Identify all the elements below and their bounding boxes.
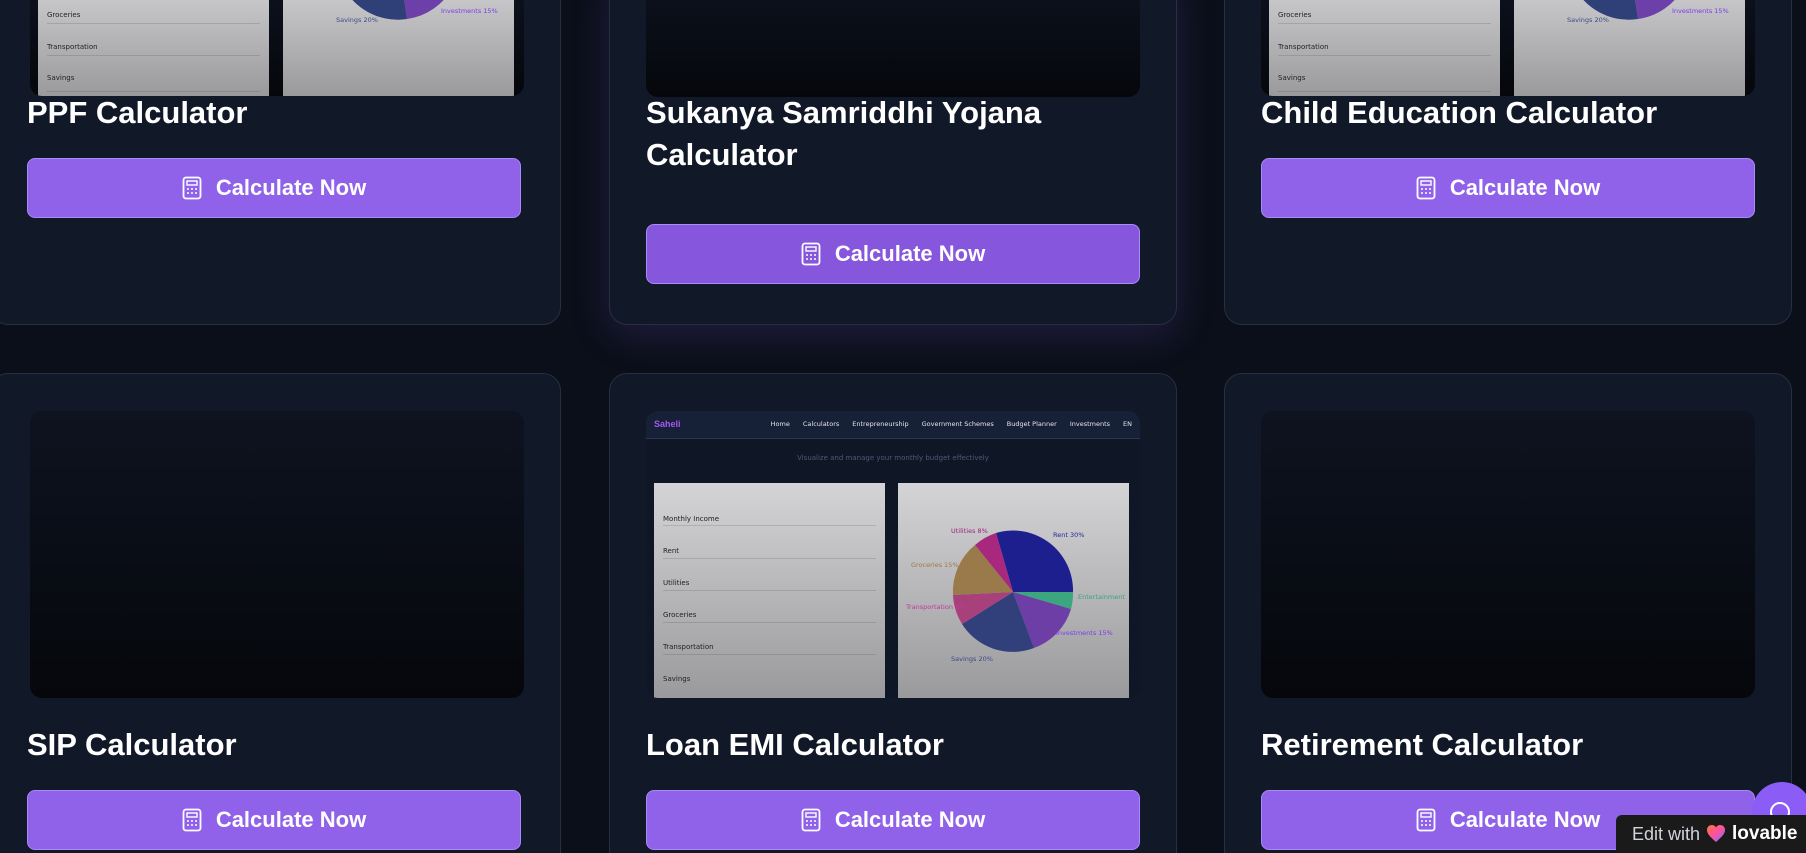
badge-brand: lovable xyxy=(1732,823,1798,844)
preview-row: Savings xyxy=(47,74,75,82)
preview-chart-panel: Transportation 8% Savings 20% Investment… xyxy=(1514,0,1745,96)
calculate-now-button[interactable]: Calculate Now xyxy=(646,790,1140,850)
preview-divider xyxy=(663,525,876,526)
preview-row: Groceries xyxy=(663,611,697,619)
pie-label-savings: Savings 20% xyxy=(336,16,378,24)
card-title: PPF Calculator xyxy=(27,95,248,130)
preview-nav-link: Budget Planner xyxy=(1006,420,1057,428)
calculator-icon xyxy=(182,176,202,200)
calculator-card-sukanya: Sukanya Samriddhi Yojana Calculator Calc… xyxy=(609,0,1177,325)
preview-row: Transportation xyxy=(663,643,714,651)
badge-prefix: Edit with xyxy=(1632,823,1701,844)
button-label: Calculate Now xyxy=(215,175,367,200)
preview-pie-chart: Transportation 8% Savings 20% Investment… xyxy=(1567,0,1729,24)
preview-divider xyxy=(1278,23,1491,24)
preview-row: Monthly Income xyxy=(663,515,720,523)
preview-divider xyxy=(663,558,876,559)
pie-label-savings: Savings 20% xyxy=(1567,16,1609,24)
preview-nav-link: Entrepreneurship xyxy=(852,420,909,428)
card-title: Sukanya Samriddhi Yojana Calculator xyxy=(646,95,1042,172)
preview-chart-panel: Transportation 8% Savings 20% Investment… xyxy=(283,0,514,96)
card-preview-image: Groceries Transportation Savings Transpo… xyxy=(1261,0,1755,96)
pie-label-groceries: Groceries 15% xyxy=(911,561,959,569)
button-label: Calculate Now xyxy=(834,241,986,266)
calculator-icon xyxy=(1416,808,1436,832)
preview-nav-link: Government Schemes xyxy=(921,420,994,428)
preview-navbar: Saheli Home Calculators Entrepreneurship… xyxy=(646,411,1140,439)
preview-pie-chart: Transportation 8% Savings 20% Investment… xyxy=(336,0,498,24)
calculator-card-sip: SIP Calculator Calculate Now xyxy=(0,373,561,853)
preview-row: Savings xyxy=(663,675,691,683)
preview-row: Utilities xyxy=(663,579,690,587)
calculator-card-loan-emi: Saheli Home Calculators Entrepreneurship… xyxy=(609,373,1177,853)
preview-row: Transportation xyxy=(47,43,98,51)
preview-form-panel: Groceries Transportation Savings xyxy=(38,0,269,96)
pie-label-investments: Investments 15% xyxy=(441,7,498,15)
preview-divider xyxy=(663,622,876,623)
preview-chart-panel: Utilities 8% Rent 30% Groceries 15% Tran… xyxy=(898,483,1129,698)
preview-divider xyxy=(47,55,260,56)
preview-nav-link: Home xyxy=(770,420,790,428)
card-preview-image xyxy=(30,411,524,698)
card-title: Child Education Calculator xyxy=(1261,95,1658,130)
card-preview-image: Groceries Transportation Savings Transpo… xyxy=(30,0,524,96)
preview-row: Transportation xyxy=(1278,43,1329,51)
pie-label-investments: Investments 15% xyxy=(1672,7,1729,15)
button-label: Calculate Now xyxy=(1449,175,1601,200)
card-title: Retirement Calculator xyxy=(1261,727,1584,762)
preview-brand: Saheli xyxy=(654,419,681,429)
pie-label-savings: Savings 20% xyxy=(951,655,993,663)
pie-label-rent: Rent 30% xyxy=(1053,531,1084,539)
preview-nav-link: Calculators xyxy=(802,420,840,428)
preview-row: Groceries xyxy=(47,11,81,19)
preview-divider xyxy=(663,654,876,655)
card-preview-image xyxy=(646,0,1140,97)
calculator-icon xyxy=(182,808,202,832)
button-label: Calculate Now xyxy=(1449,807,1601,832)
preview-divider xyxy=(663,590,876,591)
calculator-card-retirement: Retirement Calculator Calculate Now xyxy=(1224,373,1792,853)
preview-nav-links: Home Calculators Entrepreneurship Govern… xyxy=(771,420,1132,428)
preview-form-panel: Monthly Income Rent Utilities Groceries … xyxy=(654,483,885,698)
calculate-now-button[interactable]: Calculate Now xyxy=(27,158,521,218)
pie-label-transportation: Transportation 8% xyxy=(905,603,965,611)
card-preview-image xyxy=(1261,411,1755,698)
calculator-icon xyxy=(1416,176,1436,200)
calculate-now-button[interactable]: Calculate Now xyxy=(646,224,1140,284)
calculator-icon xyxy=(801,242,821,266)
preview-row: Savings xyxy=(1278,74,1306,82)
preview-pie-chart: Utilities 8% Rent 30% Groceries 15% Tran… xyxy=(905,527,1125,663)
card-title: SIP Calculator xyxy=(27,727,237,762)
card-preview-image: Saheli Home Calculators Entrepreneurship… xyxy=(646,411,1140,698)
pie-label-investments: Investments 15% xyxy=(1056,629,1113,637)
calculate-now-button[interactable]: Calculate Now xyxy=(27,790,521,850)
pie-label-utilities: Utilities 8% xyxy=(951,527,988,535)
card-title: Loan EMI Calculator xyxy=(646,727,944,762)
preview-language: EN xyxy=(1123,420,1132,428)
preview-form-panel: Groceries Transportation Savings xyxy=(1269,0,1500,96)
preview-divider xyxy=(47,23,260,24)
calculator-card-ppf: Groceries Transportation Savings Transpo… xyxy=(0,0,561,325)
pie-label-entertainment: Entertainment xyxy=(1078,593,1125,601)
preview-subtitle: Visualize and manage your monthly budget… xyxy=(797,454,989,462)
calculator-icon xyxy=(801,808,821,832)
edit-with-lovable-badge[interactable]: Edit with lovable xyxy=(1616,815,1806,853)
preview-nav-link: Investments xyxy=(1069,420,1111,428)
button-label: Calculate Now xyxy=(215,807,367,832)
calculate-now-button[interactable]: Calculate Now xyxy=(1261,158,1755,218)
preview-divider xyxy=(1278,55,1491,56)
calculator-card-child-education: Groceries Transportation Savings Transpo… xyxy=(1224,0,1792,325)
heart-icon xyxy=(1707,825,1726,842)
preview-row: Groceries xyxy=(1278,11,1312,19)
button-label: Calculate Now xyxy=(834,807,986,832)
preview-row: Rent xyxy=(663,547,680,555)
